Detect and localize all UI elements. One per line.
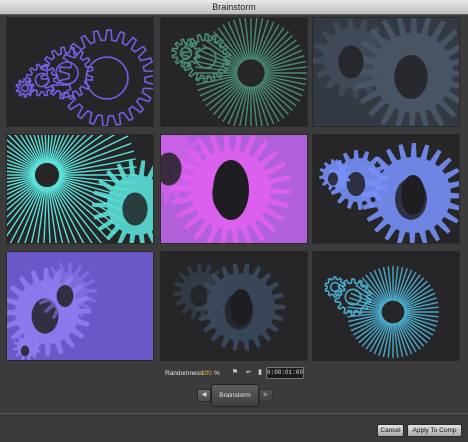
variation-8[interactable] xyxy=(161,252,307,360)
flag-icon[interactable]: ⚑ xyxy=(231,369,239,377)
variation-3[interactable] xyxy=(313,18,459,126)
footer-divider xyxy=(0,413,468,414)
variation-9[interactable] xyxy=(313,252,459,360)
randomness-value[interactable]: 100 xyxy=(201,370,212,377)
window-title-bar: Brainstorm xyxy=(0,0,468,15)
randomness-label: Randomness: xyxy=(165,370,206,377)
brainstorm-button[interactable]: Brainstorm xyxy=(211,384,259,407)
window-title: Brainstorm xyxy=(212,2,256,12)
step-back-icon[interactable]: ⇤ xyxy=(245,369,253,377)
variation-1[interactable] xyxy=(7,18,153,126)
apply-to-comp-button[interactable]: Apply To Comp xyxy=(407,424,462,437)
variation-grid xyxy=(7,18,463,363)
timecode-display[interactable]: 0:00:01:09 xyxy=(266,367,304,379)
variation-5[interactable] xyxy=(161,135,307,243)
forward-arrow-icon: ▶ xyxy=(263,392,269,398)
variation-2[interactable] xyxy=(161,18,307,126)
randomness-unit: % xyxy=(214,370,220,377)
randomness-controls: Randomness: 100 % ⚑ ⇤ ▮ 0:00:01:09 xyxy=(0,366,468,380)
pin-icon[interactable]: ▮ xyxy=(256,369,264,377)
variation-4[interactable] xyxy=(7,135,153,243)
variation-6[interactable] xyxy=(313,135,459,243)
variation-7[interactable] xyxy=(7,252,153,360)
brainstorm-row: ◀ Brainstorm ▶ xyxy=(0,384,468,407)
forward-button[interactable]: ▶ xyxy=(259,389,273,402)
back-button[interactable]: ◀ xyxy=(197,389,211,402)
back-arrow-icon: ◀ xyxy=(201,392,207,398)
cancel-button[interactable]: Cancel xyxy=(377,424,404,437)
